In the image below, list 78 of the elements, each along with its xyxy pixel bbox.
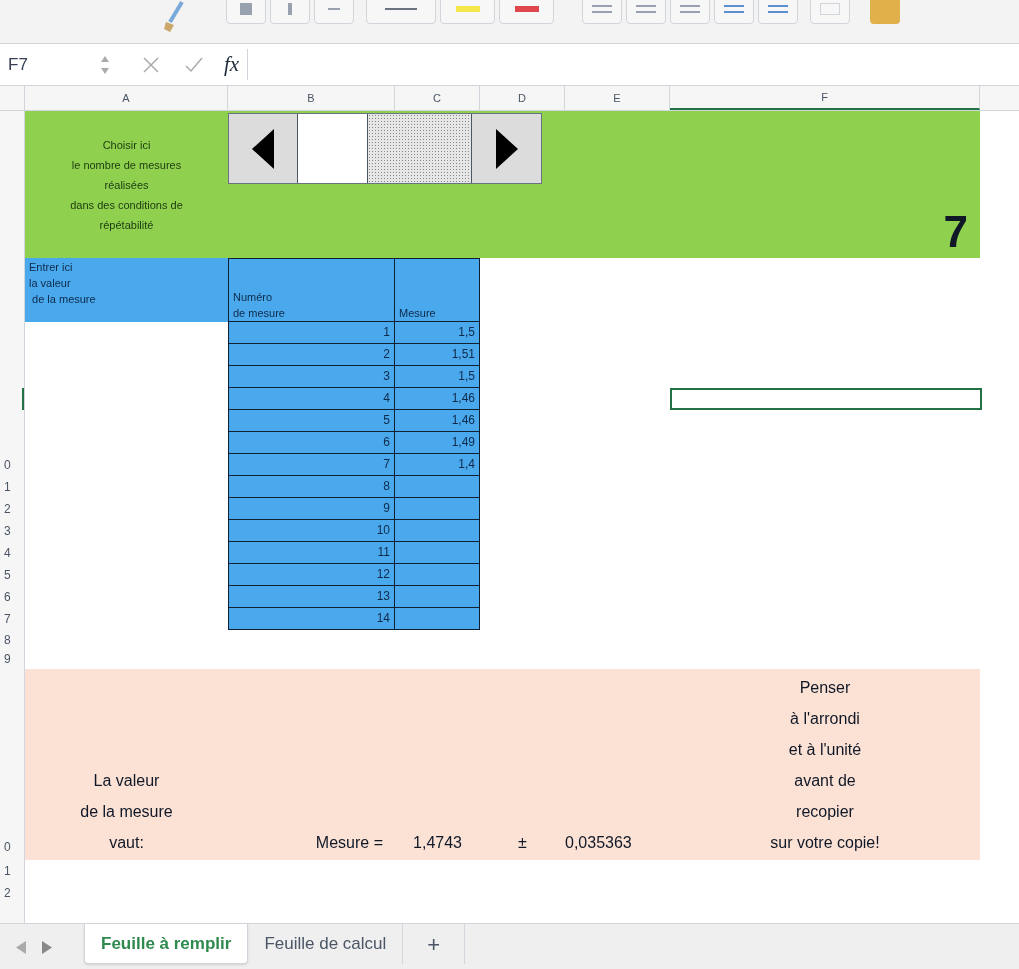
left-triangle-icon [251,128,274,169]
value-cell: 1,5 [395,366,480,388]
value-cell: 1,46 [395,410,480,432]
mesure-label: Mesure = [315,833,383,853]
row-number[interactable]: 0 [4,456,11,474]
number-cell: 6 [228,432,395,454]
number-cell: 7 [228,454,395,476]
row-number[interactable]: 2 [4,500,11,518]
row-number[interactable]: 1 [4,478,11,496]
column-header[interactable]: E [565,86,670,110]
number-cell: 14 [228,608,395,630]
number-cell: 8 [228,476,395,498]
number-cell: 9 [228,498,395,520]
right-triangle-icon [495,128,518,169]
value-cell: 1,46 [395,388,480,410]
next-sheet-icon[interactable] [42,941,52,954]
header-cell: Mesure [395,258,480,322]
header-cell: Numéro de mesure [228,258,395,322]
align-left-icon[interactable] [582,0,622,24]
entry-label-cell: Entrer ici la valeur de la mesure [25,258,228,322]
number-cell: 5 [228,410,395,432]
number-cell: 3 [228,366,395,388]
value-cell: 1,51 [395,344,480,366]
bold-icon[interactable] [226,0,266,24]
row-number[interactable]: 7 [4,610,11,628]
number-cell: 2 [228,344,395,366]
scroll-right-button[interactable] [471,114,541,183]
column-header[interactable]: D [480,86,565,110]
indent-increase-icon[interactable] [758,0,798,24]
row-number[interactable]: 5 [4,566,11,584]
selected-cell[interactable] [670,388,982,410]
cancel-icon[interactable] [142,55,160,74]
italic-icon[interactable] [270,0,310,24]
merge-icon[interactable] [810,0,850,24]
function-button[interactable]: fx [224,48,249,81]
sheet-tab[interactable]: Feuille de calcul [248,924,404,964]
add-sheet-button[interactable]: + [403,924,466,964]
value-cell: 1,49 [395,432,480,454]
name-box[interactable]: F7 [0,51,100,78]
column-header[interactable]: A [25,86,228,110]
row-number[interactable]: 2 [4,884,11,902]
indent-decrease-icon[interactable] [714,0,754,24]
value-cell: 1,5 [395,322,480,344]
align-center-icon[interactable] [626,0,666,24]
column-header[interactable]: B [228,86,395,110]
result-label: La valeur de la mesure vaut: [80,771,173,853]
result-value: 1,4743 [413,833,462,853]
number-cell: 13 [228,586,395,608]
scroll-bar[interactable] [228,113,542,184]
row-number[interactable]: 0 [4,838,11,856]
value-cell: 1,4 [395,454,480,476]
row-number[interactable]: 1 [4,862,11,880]
column-header[interactable]: C [395,86,480,110]
border-icon[interactable] [366,0,436,24]
row-number[interactable]: 8 [4,630,11,649]
underline-icon[interactable] [314,0,354,24]
uncertainty-value: 0,035363 [565,833,632,853]
check-icon[interactable] [184,55,204,74]
number-cell: 11 [228,542,395,564]
plus-minus-sign: ± [518,833,527,853]
align-right-icon[interactable] [670,0,710,24]
reminder-text: Penser à l'arrondi et à l'unité avant de recopier sur votre copie! [770,678,880,853]
number-cell: 4 [228,388,395,410]
row-number[interactable]: 6 [4,588,11,606]
number-cell: 1 [228,322,395,344]
scroll-left-button[interactable] [229,114,298,183]
fill-color-icon[interactable] [440,0,495,24]
sheet-tab[interactable]: Feuille à remplir [84,924,249,964]
row-number[interactable]: 3 [4,522,11,540]
measure-count: 7 [943,210,968,254]
scroll-thumb[interactable] [297,114,369,183]
number-cell: 12 [228,564,395,586]
number-cell: 10 [228,520,395,542]
row-number[interactable]: 9 [4,650,11,669]
previous-sheet-icon[interactable] [16,941,26,954]
instruction-text: Choisir ici le nombre de mesures réalisées dans des conditions de répétabilité [70,137,183,233]
row-number[interactable]: 4 [4,544,11,562]
font-color-icon[interactable] [499,0,554,24]
